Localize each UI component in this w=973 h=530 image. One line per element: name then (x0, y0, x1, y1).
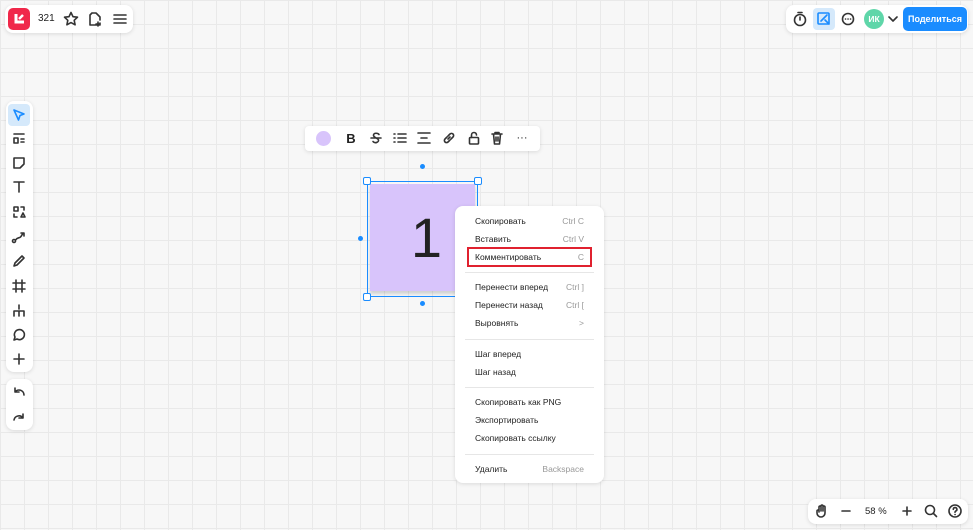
connect-dot-top[interactable] (420, 164, 425, 169)
menu-item-paste[interactable]: Вставить Ctrl V (469, 231, 590, 247)
menu-item-align[interactable]: Выровнять > (469, 315, 590, 331)
top-left-panel: 321 (5, 5, 133, 33)
logo-icon[interactable] (8, 8, 30, 30)
divider (465, 387, 594, 388)
presentation-icon[interactable] (813, 8, 835, 30)
timer-icon[interactable] (789, 8, 811, 30)
menu-item-label: Перенести назад (475, 300, 543, 310)
menu-item-copy[interactable]: Скопировать Ctrl C (469, 213, 590, 229)
text-icon[interactable] (8, 176, 30, 198)
zoom-level[interactable]: 58 % (865, 506, 887, 517)
menu-icon[interactable] (109, 8, 131, 30)
zoom-in-icon[interactable] (896, 500, 918, 522)
menu-item-label: Выровнять (475, 318, 519, 328)
chevron-down-icon[interactable] (882, 8, 904, 30)
lock-icon[interactable] (463, 127, 485, 149)
color-picker[interactable] (316, 131, 331, 146)
menu-item-bring-forward[interactable]: Перенести вперед Ctrl ] (469, 279, 590, 295)
menu-item-label: Скопировать (475, 216, 526, 226)
export-icon[interactable] (84, 8, 106, 30)
plus-icon[interactable] (8, 348, 30, 370)
connector-icon[interactable] (8, 226, 30, 248)
more-icon[interactable]: ··· (511, 127, 533, 149)
hand-icon[interactable] (811, 500, 833, 522)
select-tool-icon[interactable] (8, 104, 30, 126)
menu-item-shortcut: Backspace (542, 464, 584, 474)
pen-icon[interactable] (8, 250, 30, 272)
zoom-panel: 58 % (808, 499, 968, 524)
history-panel (6, 379, 33, 430)
connect-dot-left[interactable] (358, 236, 363, 241)
divider (465, 272, 594, 273)
top-right-panel: ИК Поделиться (786, 5, 968, 33)
menu-item-label: Комментировать (475, 252, 542, 262)
sticky-note-icon[interactable] (8, 152, 30, 174)
menu-item-label: Вставить (475, 234, 512, 244)
frame-icon[interactable] (8, 275, 30, 297)
divider (465, 339, 594, 340)
menu-item-copy-png[interactable]: Скопировать как PNG (469, 394, 590, 410)
list-icon[interactable] (389, 127, 411, 149)
divider (465, 454, 594, 455)
star-icon[interactable] (60, 8, 82, 30)
menu-item-label: Удалить (475, 464, 508, 474)
menu-item-delete[interactable]: Удалить Backspace (469, 461, 590, 477)
strikethrough-icon[interactable] (365, 127, 387, 149)
menu-item-export[interactable]: Экспортировать (469, 412, 590, 428)
shapes-icon[interactable] (8, 201, 30, 223)
menu-item-comment[interactable]: Комментировать C (467, 247, 592, 267)
menu-item-label: Шаг назад (475, 367, 516, 377)
help-icon[interactable] (944, 500, 966, 522)
menu-item-label: Скопировать ссылку (475, 433, 556, 443)
menu-item-copy-link[interactable]: Скопировать ссылку (469, 430, 590, 446)
board-number[interactable]: 321 (38, 13, 55, 24)
menu-item-send-backward[interactable]: Перенести назад Ctrl [ (469, 297, 590, 313)
avatar[interactable]: ИК (864, 9, 884, 29)
tools-panel (6, 101, 33, 372)
menu-item-shortcut: Ctrl V (562, 234, 584, 244)
mindmap-icon[interactable] (8, 300, 30, 322)
zoom-out-icon[interactable] (835, 500, 857, 522)
comments-icon[interactable] (837, 8, 859, 30)
menu-item-shortcut: Ctrl [ (566, 300, 584, 310)
menu-item-label: Шаг вперед (475, 349, 522, 359)
comment-icon[interactable] (8, 324, 30, 346)
align-center-icon[interactable] (413, 127, 435, 149)
menu-item-redo[interactable]: Шаг вперед (469, 346, 590, 362)
templates-icon[interactable] (8, 128, 30, 150)
bold-icon[interactable]: B (340, 127, 362, 149)
menu-item-undo[interactable]: Шаг назад (469, 364, 590, 380)
menu-item-label: Скопировать как PNG (475, 397, 562, 407)
link-icon[interactable] (438, 127, 460, 149)
connect-dot-bottom[interactable] (420, 301, 425, 306)
search-icon[interactable] (920, 500, 942, 522)
resize-handle-bl[interactable] (363, 293, 371, 301)
context-menu: Скопировать Ctrl C Вставить Ctrl V Коммент… (455, 206, 604, 483)
trash-icon[interactable] (486, 127, 508, 149)
menu-item-label: Перенести вперед (475, 282, 549, 292)
menu-item-label: Экспортировать (475, 415, 539, 425)
resize-handle-tr[interactable] (474, 177, 482, 185)
menu-item-shortcut: > (579, 318, 584, 328)
menu-item-shortcut: Ctrl C (562, 216, 584, 226)
menu-item-shortcut: Ctrl ] (566, 282, 584, 292)
undo-icon[interactable] (8, 381, 30, 403)
menu-item-shortcut: C (577, 252, 584, 262)
redo-icon[interactable] (8, 405, 30, 427)
format-toolbar: B ··· (305, 126, 540, 151)
resize-handle-tl[interactable] (363, 177, 371, 185)
share-button[interactable]: Поделиться (903, 7, 967, 31)
